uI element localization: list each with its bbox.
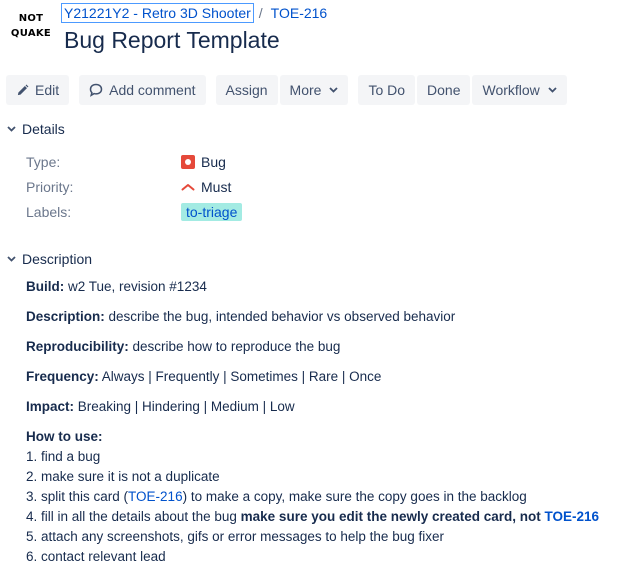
priority-arrow-icon: [181, 183, 195, 190]
build-label: Build:: [26, 279, 65, 294]
breadcrumb: Y21221Y2 - Retro 3D Shooter / TOE-216: [61, 3, 327, 23]
label-chip[interactable]: to-triage: [181, 202, 243, 221]
list-item: 6. contact relevant lead: [26, 549, 166, 564]
impact-text: Breaking | Hindering | Medium | Low: [74, 399, 295, 414]
add-comment-button[interactable]: Add comment: [79, 75, 206, 105]
priority-label: Priority:: [26, 178, 74, 195]
edit-button-label: Edit: [35, 82, 60, 98]
details-section-toggle[interactable]: Details: [7, 121, 65, 137]
chevron-down-icon: [7, 256, 16, 262]
logo-line-1: NOT: [18, 13, 44, 24]
list-item: 4. fill in all the details about the bug…: [26, 507, 631, 527]
bug-icon: [181, 154, 195, 169]
description-section-toggle[interactable]: Description: [7, 251, 92, 267]
add-comment-label: Add comment: [109, 82, 196, 98]
breadcrumb-separator: /: [258, 5, 263, 21]
more-dropdown-label: More: [289, 82, 322, 98]
more-dropdown[interactable]: More: [279, 75, 349, 105]
step3-post: ) to make a copy, make sure the copy goe…: [182, 489, 527, 504]
frequency-line: Frequency: Always | Frequently | Sometim…: [26, 367, 631, 387]
workflow-dropdown[interactable]: Workflow: [472, 75, 567, 105]
detail-row-priority: Priority: Must: [26, 174, 242, 199]
labels-label: Labels:: [26, 203, 72, 220]
list-item: 2. make sure it is not a duplicate: [26, 469, 220, 484]
chevron-down-icon: [329, 87, 339, 93]
frequency-text: Always | Frequently | Sometimes | Rare |…: [98, 369, 382, 384]
breadcrumb-project-link[interactable]: Y21221Y2 - Retro 3D Shooter: [61, 3, 254, 23]
todo-button[interactable]: To Do: [358, 75, 416, 105]
description-label: Description:: [26, 309, 105, 324]
breadcrumb-issue-key-link[interactable]: TOE-216: [271, 5, 328, 21]
assign-button-label: Assign: [225, 82, 268, 98]
step4-pre: 4. fill in all the details about the bug: [26, 509, 241, 524]
step4-bold: make sure you edit the newly created car…: [240, 509, 545, 524]
chevron-down-icon: [548, 87, 557, 93]
build-line: Build: w2 Tue, revision #1234: [26, 277, 631, 297]
detail-row-type: Type: Bug: [26, 149, 242, 174]
priority-value: Must: [201, 178, 232, 195]
type-value: Bug: [201, 153, 226, 170]
description-line: Description: describe the bug, intended …: [26, 307, 631, 327]
frequency-label: Frequency:: [26, 369, 99, 384]
todo-button-label: To Do: [368, 82, 406, 98]
list-item: 1. find a bug: [26, 449, 101, 464]
list-item: 5. attach any screenshots, gifs or error…: [26, 529, 444, 544]
description-body: Build: w2 Tue, revision #1234 Descriptio…: [26, 277, 631, 567]
chevron-down-icon: [7, 126, 16, 132]
done-button[interactable]: Done: [417, 75, 471, 105]
issue-toolbar: Edit Add comment Assign More To Do Done …: [6, 75, 569, 105]
details-panel: Type: Bug Priority: Must Labels: to-tria…: [26, 149, 243, 224]
list-item: 3. split this card (TOE-216) to make a c…: [26, 487, 631, 507]
how-to-use-list: How to use: 1. find a bug 2. make sure i…: [26, 427, 631, 567]
issue-link[interactable]: TOE-216: [545, 509, 600, 524]
description-heading: Description: [22, 251, 93, 267]
done-button-label: Done: [427, 82, 461, 98]
assign-button[interactable]: Assign: [215, 75, 278, 105]
reproducibility-text: describe how to reproduce the bug: [128, 339, 341, 354]
project-logo: NOT QUAKE: [10, 11, 52, 45]
edit-button[interactable]: Edit: [6, 75, 70, 105]
build-text: w2 Tue, revision #1234: [64, 279, 207, 294]
reproducibility-line: Reproducibility: describe how to reprodu…: [26, 337, 631, 357]
how-to-use-label: How to use:: [26, 429, 103, 444]
comment-icon: [89, 83, 103, 97]
logo-line-2: QUAKE: [10, 28, 52, 39]
step3-pre: 3. split this card (: [26, 489, 129, 504]
details-heading: Details: [22, 121, 65, 137]
type-label: Type:: [26, 153, 61, 170]
reproducibility-label: Reproducibility:: [26, 339, 129, 354]
impact-label: Impact:: [26, 399, 75, 414]
detail-row-labels: Labels: to-triage: [26, 199, 243, 224]
page-title: Bug Report Template: [64, 27, 280, 53]
pencil-icon: [17, 84, 29, 95]
workflow-dropdown-label: Workflow: [482, 82, 540, 98]
impact-line: Impact: Breaking | Hindering | Medium | …: [26, 397, 631, 417]
issue-link[interactable]: TOE-216: [128, 489, 183, 504]
description-text: describe the bug, intended behavior vs o…: [104, 309, 456, 324]
